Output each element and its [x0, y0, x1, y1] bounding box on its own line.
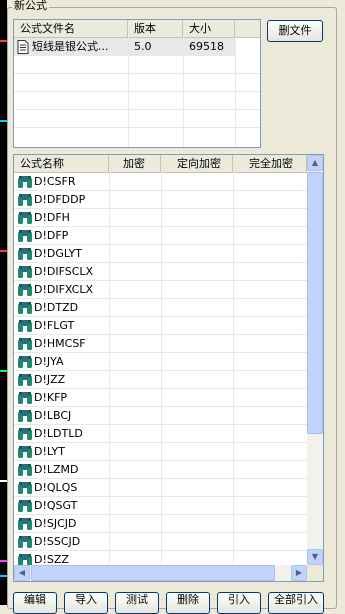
bring-in-button[interactable]: 引入 — [217, 592, 261, 614]
formula-row[interactable]: D!DFH — [14, 209, 307, 227]
formula-row[interactable]: D!LZMD — [14, 461, 307, 479]
formula-row[interactable]: D!HMCSF — [14, 335, 307, 353]
formula-name: D!JYA — [34, 355, 64, 368]
formula-row[interactable]: D!SSCJD — [14, 533, 307, 551]
vertical-scrollbar[interactable]: ▲ ▼ — [307, 155, 323, 565]
binoculars-icon — [18, 284, 32, 296]
column-header-version[interactable]: 版本 — [128, 20, 183, 37]
formula-name: D!LBCJ — [34, 409, 72, 422]
binoculars-icon — [18, 194, 32, 206]
scroll-right-icon[interactable]: ▶ — [291, 565, 307, 581]
file-name: 短线是银公式... — [32, 40, 109, 53]
file-size: 69518 — [189, 40, 224, 53]
scroll-up-icon[interactable]: ▲ — [307, 155, 323, 171]
binoculars-icon — [18, 428, 32, 440]
background-chart-strip — [0, 0, 7, 605]
binoculars-icon — [18, 338, 32, 350]
formula-file-list[interactable]: 公式文件名 版本 大小 短线是银公式... 5.0 69518 — [13, 19, 261, 148]
formula-name: D!SJCJD — [34, 517, 77, 530]
binoculars-icon — [18, 320, 32, 332]
formula-name: D!LYT — [34, 445, 65, 458]
delete-file-button[interactable]: 删文件 — [267, 20, 323, 42]
formula-row[interactable]: D!LDTLD — [14, 425, 307, 443]
formula-name: D!QLQS — [34, 481, 78, 494]
file-list-header: 公式文件名 版本 大小 — [14, 20, 260, 38]
formula-name: D!DFP — [34, 229, 69, 242]
binoculars-icon — [18, 374, 32, 386]
formula-name: D!QSGT — [34, 499, 78, 512]
formula-name: D!JZZ — [34, 373, 66, 386]
column-header-encrypt[interactable]: 加密 — [109, 155, 161, 172]
formula-name: D!DIFSCLX — [34, 265, 94, 278]
formula-name: D!DIFXCLX — [34, 283, 94, 296]
formula-row[interactable]: D!JZZ — [14, 371, 307, 389]
column-header-directed-encrypt[interactable]: 定向加密 — [161, 155, 233, 172]
formula-row[interactable]: D!DIFXCLX — [14, 281, 307, 299]
binoculars-icon — [18, 248, 32, 260]
horizontal-scrollbar[interactable]: ◀ ▶ — [14, 565, 307, 581]
binoculars-icon — [18, 176, 32, 188]
formula-name: D!KFP — [34, 391, 68, 404]
formula-row[interactable]: D!QSGT — [14, 497, 307, 515]
formula-row[interactable]: D!DGLYT — [14, 245, 307, 263]
edit-button[interactable]: 编辑 — [13, 592, 57, 614]
test-button[interactable]: 测试 — [115, 592, 159, 614]
formula-row[interactable]: D!DFP — [14, 227, 307, 245]
delete-button[interactable]: 删除 — [166, 592, 210, 614]
binoculars-icon — [18, 266, 32, 278]
formula-row[interactable]: D!LYT — [14, 443, 307, 461]
binoculars-icon — [18, 446, 32, 458]
formula-name: D!DFH — [34, 211, 70, 224]
binoculars-icon — [18, 230, 32, 242]
formula-list-header: 公式名称 加密 定向加密 完全加密 — [14, 155, 307, 173]
scroll-thumb[interactable] — [307, 172, 323, 434]
scroll-left-icon[interactable]: ◀ — [14, 565, 30, 581]
file-version: 5.0 — [134, 40, 152, 53]
group-title: 新公式 — [12, 0, 49, 12]
formula-name: D!FLGT — [34, 319, 75, 332]
formula-row[interactable]: D!DFDDP — [14, 191, 307, 209]
formula-name: D!HMCSF — [34, 337, 86, 350]
formula-row[interactable]: D!QLQS — [14, 479, 307, 497]
formula-row[interactable]: D!FLGT — [14, 317, 307, 335]
formula-list[interactable]: 公式名称 加密 定向加密 完全加密 D!CSFR D!DFDDP D!DFH D!DF… — [13, 154, 324, 582]
column-header-size[interactable]: 大小 — [183, 20, 235, 37]
binoculars-icon — [18, 212, 32, 224]
import-button[interactable]: 导入 — [64, 592, 108, 614]
formula-row[interactable]: D!JYA — [14, 353, 307, 371]
formula-name: D!LDTLD — [34, 427, 83, 440]
formula-name: D!DFDDP — [34, 193, 86, 206]
formula-row[interactable]: D!DIFSCLX — [14, 263, 307, 281]
column-header-file-name[interactable]: 公式文件名 — [14, 20, 128, 37]
scroll-down-icon[interactable]: ▼ — [307, 549, 323, 565]
file-row[interactable]: 短线是银公式... 5.0 69518 — [14, 38, 235, 56]
binoculars-icon — [18, 482, 32, 494]
column-header-full-encrypt[interactable]: 完全加密 — [233, 155, 307, 172]
binoculars-icon — [18, 518, 32, 530]
formula-row[interactable]: D!SJCJD — [14, 515, 307, 533]
formula-name: D!LZMD — [34, 463, 79, 476]
formula-name: D!DGLYT — [34, 247, 82, 260]
formula-name: D!DTZD — [34, 301, 79, 314]
scroll-corner — [307, 565, 323, 581]
binoculars-icon — [18, 464, 32, 476]
binoculars-icon — [18, 536, 32, 548]
formula-row[interactable]: D!LBCJ — [14, 407, 307, 425]
binoculars-icon — [18, 392, 32, 404]
bring-in-all-button[interactable]: 全部引入 — [268, 592, 324, 614]
document-icon — [17, 40, 29, 54]
binoculars-icon — [18, 410, 32, 422]
formula-row[interactable]: D!KFP — [14, 389, 307, 407]
formula-name: D!SSCJD — [34, 535, 81, 548]
binoculars-icon — [18, 500, 32, 512]
formula-row[interactable]: D!DTZD — [14, 299, 307, 317]
formula-name: D!CSFR — [34, 175, 76, 188]
binoculars-icon — [18, 356, 32, 368]
hscroll-thumb[interactable] — [31, 565, 275, 581]
binoculars-icon — [18, 302, 32, 314]
formula-row[interactable]: D!CSFR — [14, 173, 307, 191]
column-header-formula-name[interactable]: 公式名称 — [14, 155, 109, 172]
